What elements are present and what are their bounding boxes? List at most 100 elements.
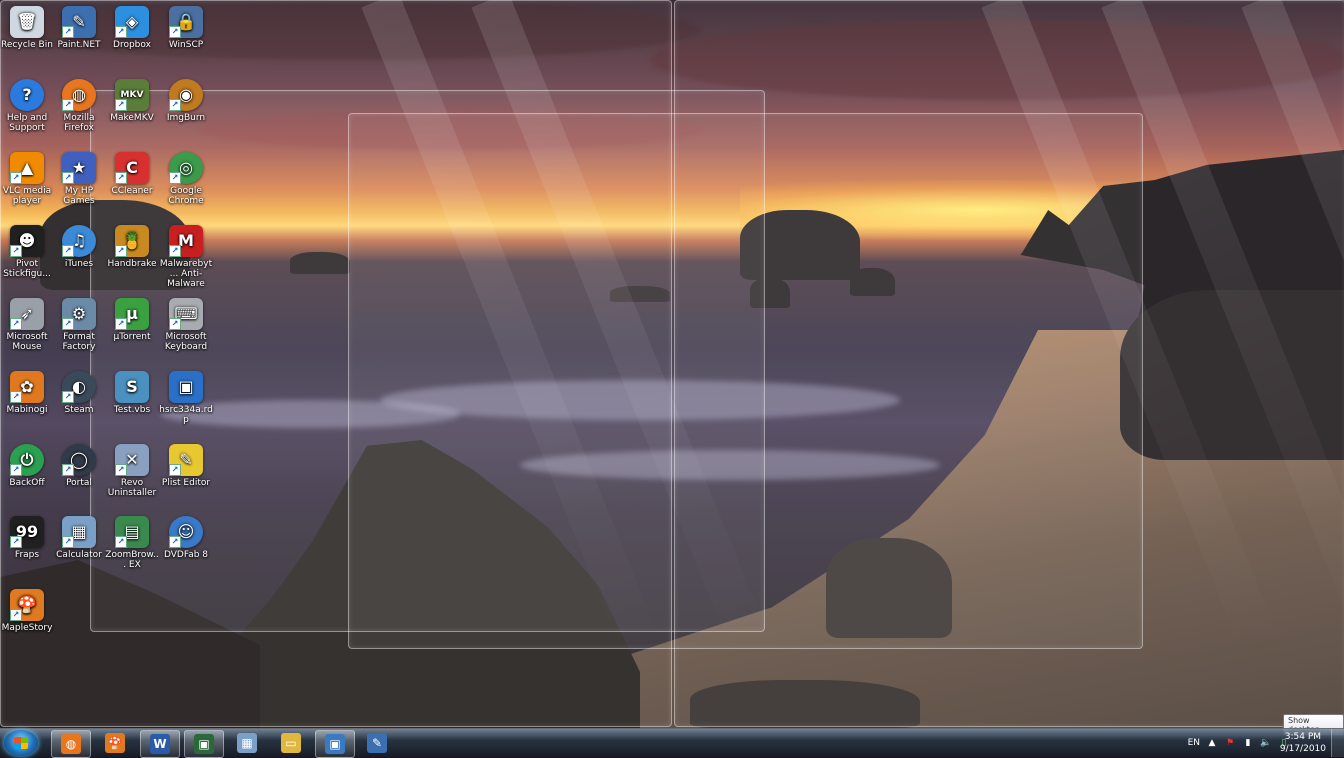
clock[interactable]: 3:54 PM 9/17/2010 (1280, 731, 1326, 755)
makemkv-icon: MKV ↗ (115, 79, 149, 111)
shortcut-arrow-icon: ↗ (169, 245, 181, 257)
flag-icon[interactable]: ⚑ (1224, 737, 1236, 749)
desktop-icon[interactable]: ☺ ↗ DVDFab 8 (159, 512, 213, 560)
desktop-icon-label: My HP Games (63, 186, 95, 206)
taskbar-maplestory[interactable]: 🍄 (96, 730, 134, 756)
portal-icon: ◯ ↗ (62, 444, 96, 476)
shortcut-arrow-icon: ↗ (169, 536, 181, 548)
taskbar-firefox[interactable]: ◍ (51, 730, 91, 758)
desktop-icon-label: Microsoft Mouse (6, 332, 48, 352)
desktop-icon[interactable]: 🍍 ↗ Handbrake (105, 221, 159, 269)
desktop-icon[interactable]: ▤ ↗ ZoomBrow... EX (105, 512, 159, 570)
ccleaner-icon: C ↗ (115, 152, 149, 184)
desktop-icon-label: WinSCP (168, 40, 204, 50)
shortcut-arrow-icon: ↗ (62, 245, 74, 257)
desktop-icon[interactable]: ♫ ↗ iTunes (52, 221, 106, 269)
desktop-icon-label: ImgBurn (166, 113, 206, 123)
firefox-icon: ◍ (61, 734, 81, 754)
paintnet-icon: ✎ (367, 733, 387, 753)
imgburn-icon: ◉ ↗ (169, 79, 203, 111)
desktop-icon[interactable]: 🔒 ↗ WinSCP (159, 2, 213, 50)
desktop-icon-label: Recycle Bin (1, 40, 53, 50)
firefox-icon: ◍ ↗ (62, 79, 96, 111)
shortcut-arrow-icon: ↗ (10, 536, 22, 548)
remote-desktop-icon: ▣ (169, 371, 203, 403)
desktop-icon[interactable]: ✿ ↗ Mabinogi (0, 367, 54, 415)
desktop-icon[interactable]: ➶ ↗ Microsoft Mouse (0, 294, 54, 352)
vlc-icon: ▲ ↗ (10, 152, 44, 184)
calculator-icon: ▦ (237, 733, 257, 753)
language-indicator[interactable]: EN (1188, 738, 1200, 748)
desktop-icon-label: Pivot Stickfigu... (3, 259, 51, 279)
desktop-icon-label: ZoomBrow... EX (105, 550, 159, 570)
desktop-icon[interactable]: ◉ ↗ ImgBurn (159, 75, 213, 123)
taskbar-terminal[interactable]: ▣ (184, 730, 224, 758)
show-desktop-button[interactable] (1331, 729, 1344, 757)
desktop-icon-label: Handbrake (107, 259, 157, 269)
desktop-icon-label: Mozilla Firefox (63, 113, 95, 133)
shortcut-arrow-icon: ↗ (115, 26, 127, 38)
aero-window-frame (674, 0, 1344, 727)
desktop-icon[interactable]: S Test.vbs (105, 367, 159, 415)
folder-icon: ▭ (281, 733, 301, 753)
desktop-icon[interactable]: ▣ hsrc334a.rdp (159, 367, 213, 425)
desktop-icon-label: Microsoft Keyboard (164, 332, 208, 352)
taskbar-word[interactable]: W (140, 730, 180, 758)
desktop-icon-label: Paint.NET (57, 40, 101, 50)
format-factory-icon: ⚙ ↗ (62, 298, 96, 330)
desktop-icon[interactable]: ▦ ↗ Calculator (52, 512, 106, 560)
desktop-icon[interactable]: ? Help and Support (0, 75, 54, 133)
desktop-icon-label: Fraps (14, 550, 40, 560)
desktop-icon[interactable]: MKV ↗ MakeMKV (105, 75, 159, 123)
taskbar-remote-desktop[interactable]: ▣ (315, 730, 355, 758)
desktop-icon[interactable]: ⌨ ↗ Microsoft Keyboard (159, 294, 213, 352)
desktop-icon-label: Google Chrome (168, 186, 204, 206)
show-hidden-icons-icon[interactable]: ▲ (1206, 737, 1218, 749)
desktop-icon[interactable]: ◈ ↗ Dropbox (105, 2, 159, 50)
desktop-icon[interactable]: ◎ ↗ Google Chrome (159, 148, 213, 206)
taskbar: ◍ 🍄 W ▣ ▦ ▭ ▣ ✎ EN ▲ ⚑ ▮ 🔈 ▯ 3:54 PM 9/17/2010 (0, 728, 1344, 758)
desktop-icon[interactable]: C ↗ CCleaner (105, 148, 159, 196)
taskbar-explorer[interactable]: ▭ (272, 730, 310, 756)
shortcut-arrow-icon: ↗ (62, 99, 74, 111)
taskbar-paintnet[interactable]: ✎ (358, 730, 396, 756)
desktop-icon[interactable]: ✕ ↗ Revo Uninstaller (105, 440, 159, 498)
desktop-icon[interactable]: M ↗ Malwarebyt... Anti-Malware (159, 221, 213, 289)
fraps-icon: 99 ↗ (10, 516, 44, 548)
desktop-icon[interactable]: 🗑 Recycle Bin (0, 2, 54, 50)
paintnet-icon: ✎ ↗ (62, 6, 96, 38)
desktop-icon[interactable]: 🍄 ↗ MapleStory (0, 585, 54, 633)
desktop-icon[interactable]: ◐ ↗ Steam (52, 367, 106, 415)
shortcut-arrow-icon: ↗ (169, 464, 181, 476)
desktop-icon[interactable]: ✎ ↗ Paint.NET (52, 2, 106, 50)
desktop-icon[interactable]: ◯ ↗ Portal (52, 440, 106, 488)
volume-icon[interactable]: 🔈 (1260, 737, 1272, 749)
windows-logo-icon (14, 737, 28, 749)
remote-desktop-icon: ▣ (325, 734, 345, 754)
dvdfab-icon: ☺ ↗ (169, 516, 203, 548)
desktop-icon[interactable]: ▲ ↗ VLC media player (0, 148, 54, 206)
steam-icon: ◐ ↗ (62, 371, 96, 403)
desktop-icon[interactable]: ☻ ↗ Pivot Stickfigu... (0, 221, 54, 279)
desktop-icon[interactable]: 99 ↗ Fraps (0, 512, 54, 560)
maplestory-icon: 🍄 ↗ (10, 589, 44, 621)
desktop-icon[interactable]: ✎ ↗ Plist Editor (159, 440, 213, 488)
script-file-icon: S (115, 371, 149, 403)
network-icon[interactable]: ▮ (1242, 737, 1254, 749)
desktop-icon[interactable]: ⏻ ↗ BackOff (0, 440, 54, 488)
shortcut-arrow-icon: ↗ (169, 26, 181, 38)
shortcut-arrow-icon: ↗ (115, 536, 127, 548)
desktop-icon-label: VLC media player (2, 186, 52, 206)
malwarebytes-icon: M ↗ (169, 225, 203, 257)
maplestory-icon: 🍄 (105, 733, 125, 753)
shortcut-arrow-icon: ↗ (62, 391, 74, 403)
taskbar-calculator[interactable]: ▦ (228, 730, 266, 756)
desktop-icon-label: Steam (64, 405, 94, 415)
desktop-icon[interactable]: ★ ↗ My HP Games (52, 148, 106, 206)
desktop-icon-label: µTorrent (113, 332, 151, 342)
start-button[interactable] (4, 730, 38, 756)
desktop-icon[interactable]: ⚙ ↗ Format Factory (52, 294, 106, 352)
desktop-icon-label: hsrc334a.rdp (159, 405, 213, 425)
desktop-icon[interactable]: µ ↗ µTorrent (105, 294, 159, 342)
desktop-icon[interactable]: ◍ ↗ Mozilla Firefox (52, 75, 106, 133)
